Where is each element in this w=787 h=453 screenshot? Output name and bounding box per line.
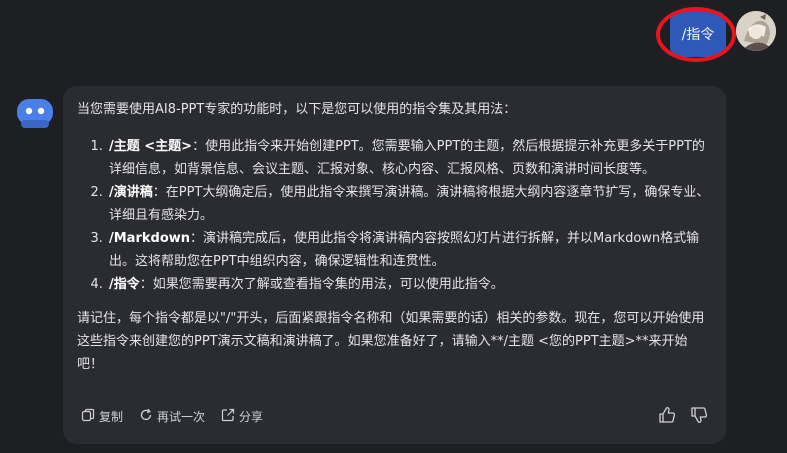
command-list: /主题 <主题>：使用此指令来开始创建PPT。您需要输入PPT的主题，然后根据提… — [77, 135, 712, 296]
thumbs-down-icon[interactable] — [690, 406, 708, 424]
command-keyword: /主题 <主题> — [109, 139, 193, 154]
command-description: ：演讲稿完成后，使用此指令将演讲稿内容按照幻灯片进行拆解，并以Markdown格… — [109, 231, 700, 269]
command-description: ：使用此指令来开始创建PPT。您需要输入PPT的主题，然后根据提示补充更多关于P… — [109, 139, 705, 177]
command-description: ：在PPT大纲确定后，使用此指令来撰写演讲稿。演讲稿将根据大纲内容逐章节扩写，确… — [109, 185, 710, 223]
thumbs-up-icon[interactable] — [658, 406, 676, 424]
copy-icon — [81, 408, 95, 425]
bot-message-card: 当您需要使用AI8-PPT专家的功能时，以下是您可以使用的指令集及其用法： /主… — [63, 86, 726, 444]
refresh-icon — [139, 408, 153, 425]
feedback-buttons — [658, 406, 708, 424]
user-message-bubble[interactable]: /指令 — [670, 11, 726, 57]
command-keyword: /指令 — [109, 277, 140, 292]
command-keyword: /演讲稿 — [109, 185, 153, 200]
user-avatar[interactable] — [736, 11, 776, 51]
copy-label: 复制 — [99, 410, 124, 424]
copy-button[interactable]: 复制 — [81, 408, 123, 425]
user-message-text: /指令 — [681, 27, 715, 43]
command-description: ：如果您需要再次了解或查看指令集的用法，可以使用此指令。 — [139, 277, 504, 292]
command-item: /Markdown：演讲稿完成后，使用此指令将演讲稿内容按照幻灯片进行拆解，并以… — [107, 227, 712, 273]
bot-message-content: 当您需要使用AI8-PPT专家的功能时，以下是您可以使用的指令集及其用法： /主… — [77, 98, 712, 376]
retry-label: 再试一次 — [157, 410, 206, 424]
share-button[interactable]: 分享 — [221, 408, 263, 425]
bot-avatar-icon — [16, 96, 54, 130]
retry-button[interactable]: 再试一次 — [139, 408, 205, 425]
bot-intro-text: 当您需要使用AI8-PPT专家的功能时，以下是您可以使用的指令集及其用法： — [77, 102, 517, 117]
share-icon — [221, 408, 235, 425]
command-keyword: /Markdown — [109, 231, 191, 246]
command-item: /主题 <主题>：使用此指令来开始创建PPT。您需要输入PPT的主题，然后根据提… — [107, 135, 712, 181]
command-item: /演讲稿：在PPT大纲确定后，使用此指令来撰写演讲稿。演讲稿将根据大纲内容逐章节… — [107, 181, 712, 227]
command-item: /指令：如果您需要再次了解或查看指令集的用法，可以使用此指令。 — [107, 273, 712, 296]
bot-outro-text: 请记住，每个指令都是以"/"开头，后面紧跟指令名称和（如果需要的话）相关的参数。… — [77, 311, 705, 372]
share-label: 分享 — [239, 410, 264, 424]
message-actions: 复制 再试一次 分享 — [81, 408, 263, 425]
